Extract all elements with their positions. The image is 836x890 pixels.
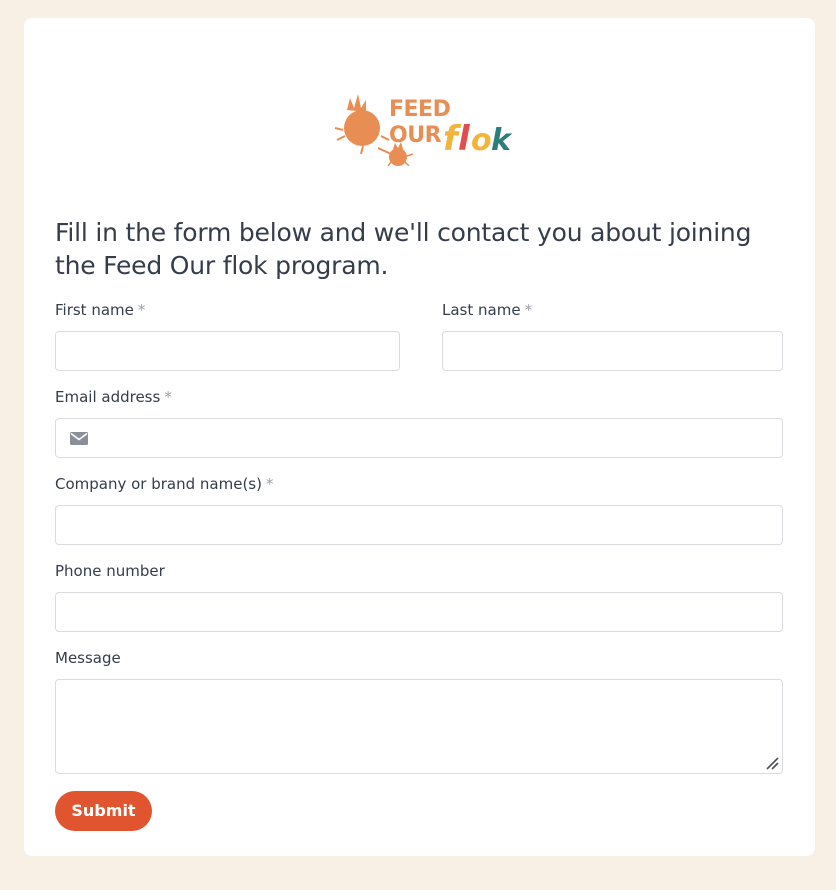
message-textarea[interactable]: [55, 679, 783, 774]
last-name-label-text: Last name: [442, 301, 521, 319]
form-card: FEED OUR f l o k Fill in the form below …: [24, 18, 815, 856]
submit-button[interactable]: Submit: [55, 791, 152, 831]
last-name-label: Last name *: [442, 300, 532, 320]
message-label: Message: [55, 649, 121, 667]
feed-our-flok-logo: FEED OUR f l o k: [334, 94, 513, 166]
first-name-label-text: First name: [55, 301, 134, 319]
required-marker: *: [265, 475, 274, 493]
first-name-input[interactable]: [55, 331, 400, 371]
company-label-text: Company or brand name(s): [55, 475, 262, 493]
company-label: Company or brand name(s) *: [55, 474, 273, 494]
svg-text:OUR: OUR: [389, 123, 442, 148]
phone-input[interactable]: [55, 592, 783, 632]
svg-text:o: o: [471, 123, 492, 158]
envelope-icon: [70, 432, 88, 445]
svg-text:FEED: FEED: [389, 97, 451, 122]
svg-text:l: l: [458, 119, 471, 159]
svg-text:k: k: [491, 123, 513, 158]
required-marker: *: [137, 301, 146, 319]
phone-label: Phone number: [55, 562, 165, 580]
email-label: Email address *: [55, 387, 172, 407]
required-marker: *: [524, 301, 533, 319]
required-marker: *: [164, 388, 172, 406]
form-headline: Fill in the form below and we'll contact…: [55, 218, 752, 280]
email-input[interactable]: [55, 418, 783, 458]
resize-handle-icon[interactable]: [765, 756, 779, 770]
last-name-input[interactable]: [442, 331, 783, 371]
first-name-label: First name *: [55, 300, 145, 320]
email-label-text: Email address: [55, 388, 161, 406]
company-input[interactable]: [55, 505, 783, 545]
